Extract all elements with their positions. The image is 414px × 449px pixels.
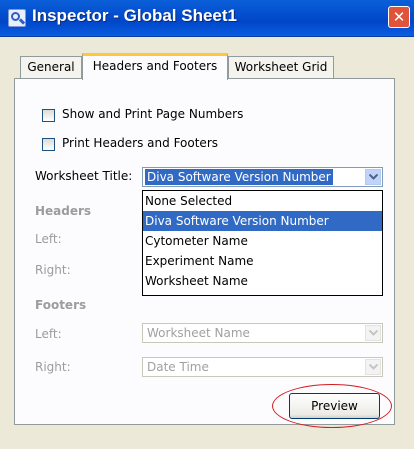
- footer-right-select[interactable]: Date Time: [142, 357, 383, 377]
- chevron-down-icon: [365, 359, 381, 375]
- tab-headers-and-footers[interactable]: Headers and Footers: [82, 53, 228, 80]
- dropdown-option[interactable]: Experiment Name: [143, 251, 382, 271]
- show-page-numbers-checkbox[interactable]: [42, 109, 55, 122]
- chevron-down-icon: [365, 325, 381, 341]
- highlight-ring: [272, 384, 392, 428]
- worksheet-title-label: Worksheet Title:: [35, 169, 133, 183]
- footers-left-label: Left:: [35, 327, 62, 341]
- dropdown-option[interactable]: Cytometer Name: [143, 231, 382, 251]
- worksheet-title-select[interactable]: Diva Software Version Number: [142, 167, 383, 187]
- chevron-down-icon[interactable]: [365, 169, 381, 185]
- headers-left-label: Left:: [35, 232, 62, 246]
- footers-heading: Footers: [35, 298, 87, 312]
- show-page-numbers-label: Show and Print Page Numbers: [62, 107, 244, 121]
- title-bar[interactable]: Inspector - Global Sheet1 ✕: [0, 0, 414, 37]
- footer-left-select[interactable]: Worksheet Name: [142, 323, 383, 343]
- window-title: Inspector - Global Sheet1: [32, 6, 237, 25]
- footers-right-label: Right:: [35, 360, 71, 374]
- footer-right-value: Date Time: [147, 360, 209, 374]
- worksheet-title-dropdown-list: None Selected Diva Software Version Numb…: [142, 190, 383, 296]
- worksheet-title-value: Diva Software Version Number: [145, 169, 333, 185]
- print-headers-footers-label: Print Headers and Footers: [62, 136, 218, 150]
- inspector-icon: [8, 9, 26, 27]
- close-button[interactable]: ✕: [388, 6, 410, 28]
- dropdown-option[interactable]: None Selected: [143, 191, 382, 211]
- footer-left-value: Worksheet Name: [147, 326, 250, 340]
- dropdown-option[interactable]: Worksheet Name: [143, 271, 382, 291]
- headers-heading: Headers: [35, 204, 92, 218]
- tab-worksheet-grid[interactable]: Worksheet Grid: [228, 56, 334, 78]
- dropdown-option-selected[interactable]: Diva Software Version Number: [143, 211, 382, 231]
- headers-right-label: Right:: [35, 263, 71, 277]
- print-headers-footers-checkbox[interactable]: [42, 138, 55, 151]
- inspector-window: Inspector - Global Sheet1 ✕ General Head…: [0, 0, 414, 449]
- tab-general[interactable]: General: [20, 56, 82, 78]
